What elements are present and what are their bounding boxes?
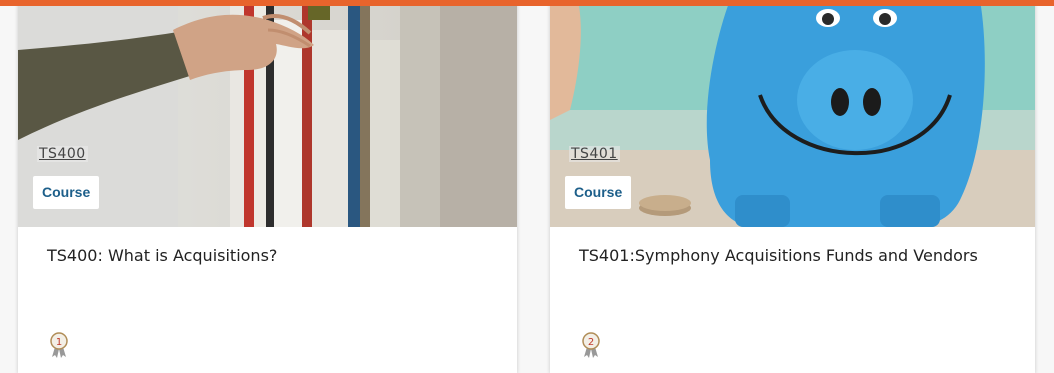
course-title[interactable]: TS401:Symphony Acquisitions Funds and Ve…: [579, 244, 999, 267]
accent-top-bar: [0, 0, 1054, 6]
course-thumbnail-piggy-bank[interactable]: TS401 Course: [550, 0, 1035, 227]
course-card-ts401[interactable]: TS401 Course TS401:Symphony Acquisitions…: [550, 0, 1035, 373]
course-title[interactable]: TS400: What is Acquisitions?: [47, 244, 487, 267]
award-ribbon-icon: 2: [581, 332, 601, 358]
award-ribbon-icon: 1: [49, 332, 69, 358]
course-thumbnail-bookshelf[interactable]: TS400 Course: [18, 0, 517, 227]
course-type-badge: Course: [565, 176, 632, 209]
course-type-badge: Course: [33, 176, 100, 209]
course-code-link[interactable]: TS401: [569, 146, 620, 162]
award-level-number: 2: [588, 337, 594, 348]
award-level-number: 1: [56, 337, 62, 348]
course-code-link[interactable]: TS400: [37, 146, 88, 162]
course-card-ts400[interactable]: TS400 Course TS400: What is Acquisitions…: [18, 0, 517, 373]
